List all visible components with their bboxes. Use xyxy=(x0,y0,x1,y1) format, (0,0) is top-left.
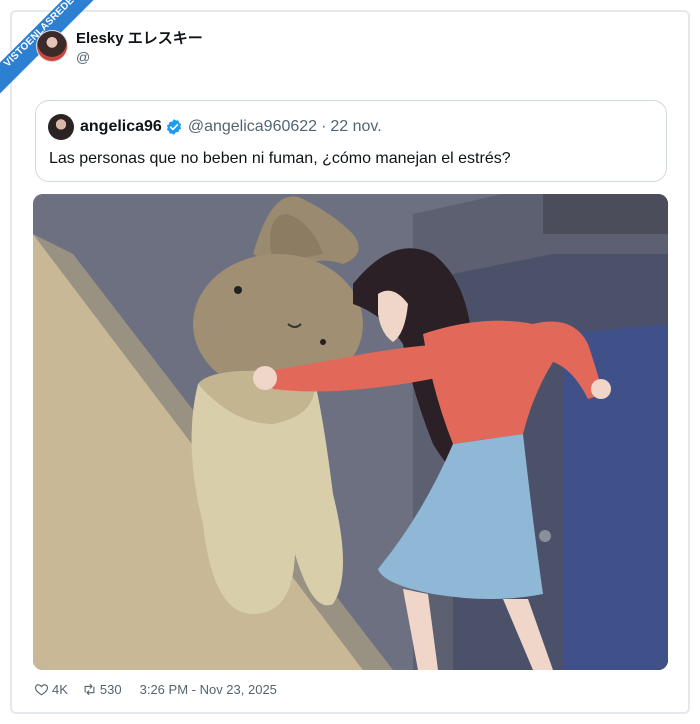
like-count: 4K xyxy=(52,682,68,697)
tweet-author[interactable]: Elesky エレスキー @ xyxy=(36,30,203,66)
author-name[interactable]: Elesky エレスキー xyxy=(76,30,203,48)
retweet-count: 530 xyxy=(99,682,122,697)
heart-icon[interactable] xyxy=(34,682,49,697)
quoted-tweet[interactable]: angelica96 @angelica960622 · 22 nov. Las… xyxy=(35,100,667,182)
like-metric[interactable]: 4K xyxy=(34,682,68,697)
tweet-timestamp[interactable]: 3:26 PM - Nov 23, 2025 xyxy=(140,682,277,697)
cartoon-image xyxy=(33,194,668,670)
retweet-metric[interactable]: 530 xyxy=(82,682,122,697)
quoted-separator: · xyxy=(321,118,327,135)
quoted-name[interactable]: angelica96 xyxy=(80,118,162,136)
tweet-media-image[interactable] xyxy=(33,194,668,670)
quoted-header: angelica96 @angelica960622 · 22 nov. xyxy=(48,114,382,140)
author-avatar[interactable] xyxy=(36,30,68,62)
tweet-footer: 4K 530 3:26 PM - Nov 23, 2025 xyxy=(34,682,277,697)
quoted-avatar[interactable] xyxy=(48,114,74,140)
quoted-handle[interactable]: @angelica960622 xyxy=(188,118,317,136)
retweet-icon[interactable] xyxy=(82,682,97,697)
quoted-text: Las personas que no beben ni fuman, ¿cóm… xyxy=(49,150,511,167)
quoted-date[interactable]: 22 nov. xyxy=(330,118,381,136)
author-handle[interactable]: @ xyxy=(76,48,203,66)
verified-badge-icon xyxy=(166,119,181,135)
